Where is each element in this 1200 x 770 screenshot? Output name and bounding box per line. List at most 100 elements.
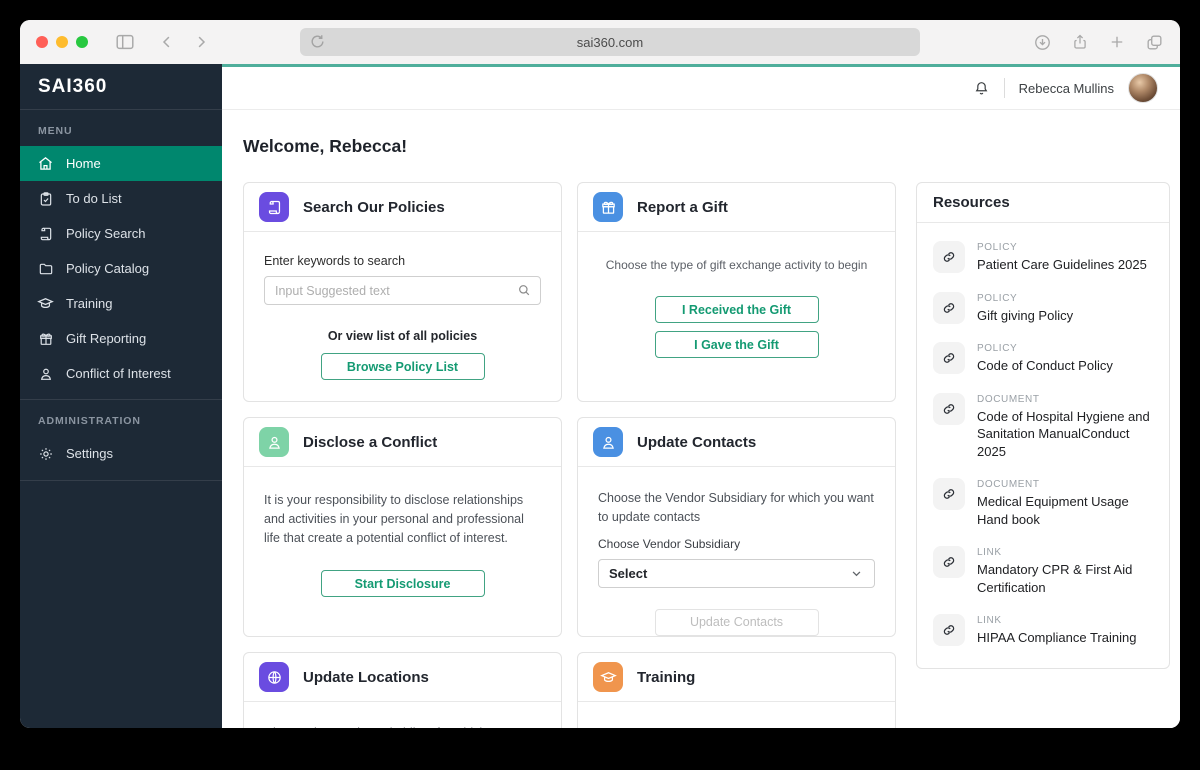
sidebar-item-conflict-of-interest[interactable]: Conflict of Interest <box>20 356 222 391</box>
card-report-gift: Report a Gift Choose the type of gift ex… <box>577 182 896 402</box>
card-search-policies: Search Our Policies Enter keywords to se… <box>243 182 562 402</box>
downloads-icon[interactable] <box>1033 33 1052 52</box>
policy-search-input[interactable] <box>264 276 541 305</box>
notifications-bell-icon[interactable] <box>973 80 990 97</box>
graduation-cap-icon <box>37 295 54 312</box>
link-icon <box>933 546 965 578</box>
resource-type: DOCUMENT <box>977 479 1153 490</box>
resource-title: Medical Equipment Usage Hand book <box>977 493 1153 528</box>
resource-item[interactable]: LINK Mandatory CPR & First Aid Certifica… <box>917 537 1169 605</box>
contacts-card-description: Choose the Vendor Subsidiary for which y… <box>598 489 875 527</box>
vendor-subsidiary-select[interactable]: Select <box>598 559 875 588</box>
sidebar-item-label: Gift Reporting <box>66 331 146 346</box>
sidebar-item-training[interactable]: Training <box>20 286 222 321</box>
link-icon <box>933 292 965 324</box>
back-button[interactable] <box>158 33 176 51</box>
card-title: Training <box>637 669 695 686</box>
zoom-window-button[interactable] <box>76 36 88 48</box>
chevron-down-icon <box>849 566 864 581</box>
resource-title: Code of Conduct Policy <box>977 357 1113 375</box>
browser-toolbar: sai360.com <box>20 20 1180 64</box>
resource-type: DOCUMENT <box>977 394 1153 405</box>
resource-type: LINK <box>977 615 1136 626</box>
resource-title: HIPAA Compliance Training <box>977 629 1136 647</box>
sidebar-item-settings[interactable]: Settings <box>20 436 222 471</box>
tab-overview-icon[interactable] <box>1145 33 1164 52</box>
user-name[interactable]: Rebecca Mullins <box>1019 81 1114 96</box>
gear-icon <box>37 445 54 462</box>
resource-item[interactable]: POLICY Patient Care Guidelines 2025 <box>917 232 1169 283</box>
resource-title: Patient Care Guidelines 2025 <box>977 256 1147 274</box>
resource-item[interactable]: POLICY Code of Conduct Policy <box>917 333 1169 384</box>
policy-scroll-icon <box>259 192 289 222</box>
sidebar: SAI360 MENU Home To do List Policy Searc… <box>20 64 222 728</box>
resources-title: Resources <box>917 183 1169 223</box>
resource-item[interactable]: LINK HIPAA Compliance Training <box>917 605 1169 656</box>
sidebar-item-home[interactable]: Home <box>20 146 222 181</box>
card-title: Update Locations <box>303 669 429 686</box>
sidebar-item-label: Policy Search <box>66 226 145 241</box>
resource-type: POLICY <box>977 242 1147 253</box>
update-contacts-button[interactable]: Update Contacts <box>655 609 819 636</box>
resource-item[interactable]: DOCUMENT Code of Hospital Hygiene and Sa… <box>917 384 1169 470</box>
resource-type: LINK <box>977 547 1153 558</box>
resource-item[interactable]: DOCUMENT Medical Equipment Usage Hand bo… <box>917 469 1169 537</box>
card-disclose-conflict: Disclose a Conflict It is your responsib… <box>243 417 562 637</box>
clipboard-check-icon <box>37 190 54 207</box>
reload-icon[interactable] <box>309 33 326 50</box>
browse-policy-list-button[interactable]: Browse Policy List <box>321 353 485 380</box>
received-gift-button[interactable]: I Received the Gift <box>655 296 819 323</box>
new-tab-icon[interactable] <box>1108 33 1126 51</box>
resource-title: Gift giving Policy <box>977 307 1073 325</box>
card-update-locations: Update Locations Choose the Vendor Subsi… <box>243 652 562 728</box>
sidebar-item-label: To do List <box>66 191 122 206</box>
folder-icon <box>37 260 54 277</box>
person-icon <box>259 427 289 457</box>
sidebar-section-menu: MENU <box>20 110 222 146</box>
link-icon <box>933 393 965 425</box>
home-icon <box>37 155 54 172</box>
sidebar-item-policy-catalog[interactable]: Policy Catalog <box>20 251 222 286</box>
person-icon <box>37 365 54 382</box>
sidebar-toggle-icon[interactable] <box>114 31 136 53</box>
minimize-window-button[interactable] <box>56 36 68 48</box>
link-icon <box>933 342 965 374</box>
sidebar-item-todo-list[interactable]: To do List <box>20 181 222 216</box>
sidebar-item-label: Settings <box>66 446 113 461</box>
url-text: sai360.com <box>577 35 643 50</box>
resource-title: Code of Hospital Hygiene and Sanitation … <box>977 408 1153 461</box>
card-title: Disclose a Conflict <box>303 434 437 451</box>
share-icon[interactable] <box>1071 33 1089 51</box>
graduation-cap-icon <box>593 662 623 692</box>
card-title: Report a Gift <box>637 199 728 216</box>
close-window-button[interactable] <box>36 36 48 48</box>
address-bar[interactable]: sai360.com <box>300 28 920 56</box>
link-icon <box>933 478 965 510</box>
dashboard-content: Welcome, Rebecca! Search Our Policies <box>222 110 1180 728</box>
sidebar-item-label: Training <box>66 296 112 311</box>
globe-icon <box>259 662 289 692</box>
select-value: Select <box>609 566 647 581</box>
header-divider <box>1004 78 1005 98</box>
card-title: Search Our Policies <box>303 199 445 216</box>
link-icon <box>933 614 965 646</box>
sidebar-section-administration: ADMINISTRATION <box>20 400 222 436</box>
start-disclosure-button[interactable]: Start Disclosure <box>321 570 485 597</box>
search-icon[interactable] <box>516 282 532 303</box>
forward-button[interactable] <box>192 33 210 51</box>
locations-card-description: Choose the Vendor Subsidiary for which y… <box>264 724 541 728</box>
sidebar-item-label: Conflict of Interest <box>66 366 171 381</box>
view-all-policies-text: Or view list of all policies <box>264 329 541 343</box>
conflict-card-description: It is your responsibility to disclose re… <box>264 491 541 547</box>
browser-window: sai360.com SAI360 MENU <box>20 20 1180 728</box>
sidebar-item-policy-search[interactable]: Policy Search <box>20 216 222 251</box>
user-avatar[interactable] <box>1128 73 1158 103</box>
gave-gift-button[interactable]: I Gave the Gift <box>655 331 819 358</box>
top-header: Rebecca Mullins <box>222 67 1180 110</box>
card-update-contacts: Update Contacts Choose the Vendor Subsid… <box>577 417 896 637</box>
card-title: Update Contacts <box>637 434 756 451</box>
person-icon <box>593 427 623 457</box>
resource-item[interactable]: POLICY Gift giving Policy <box>917 283 1169 334</box>
sidebar-item-gift-reporting[interactable]: Gift Reporting <box>20 321 222 356</box>
resources-panel: Resources POLICY Patient Care Guidelines… <box>916 182 1170 669</box>
